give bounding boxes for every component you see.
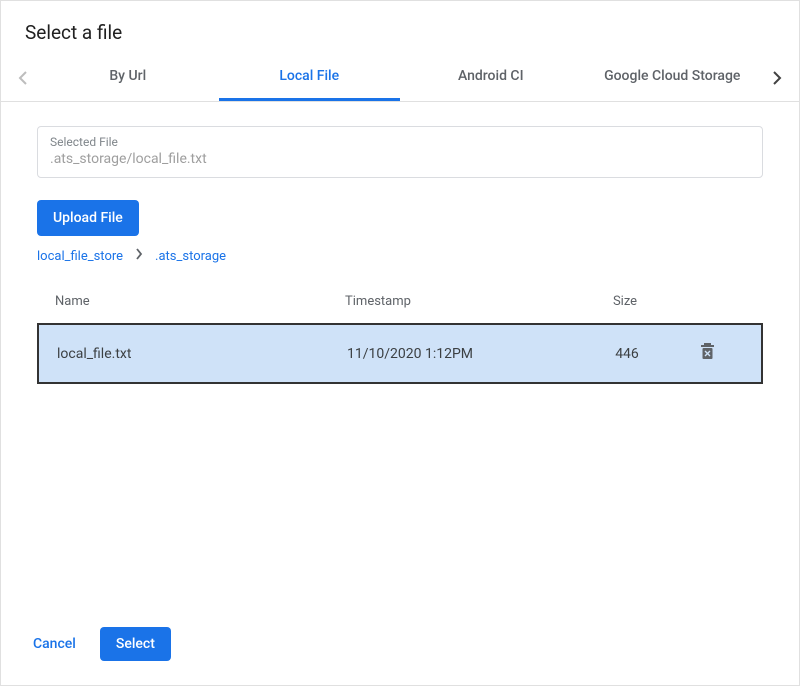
file-picker-dialog: Select a file By Url Local File Android … [0,0,800,686]
cell-timestamp: 11/10/2020 1:12PM [347,346,567,362]
table-header: Name Timestamp Size [37,280,763,323]
cell-name: local_file.txt [57,346,347,362]
cancel-button[interactable]: Cancel [25,628,84,660]
trash-icon[interactable] [700,348,715,364]
cell-size: 446 [567,346,687,362]
selected-file-label: Selected File [50,135,750,149]
breadcrumb-item-0[interactable]: local_file_store [37,249,123,264]
tab-by-url[interactable]: By Url [37,54,219,101]
column-header-actions [685,294,725,309]
column-header-size: Size [565,294,685,309]
tabs: By Url Local File Android CI Google Clou… [37,54,763,101]
tab-local-file[interactable]: Local File [219,54,401,101]
chevron-right-icon[interactable] [763,58,791,98]
file-table: Name Timestamp Size local_file.txt 11/10… [37,280,763,384]
tabs-container: By Url Local File Android CI Google Clou… [1,54,799,102]
cell-actions [687,343,727,364]
tab-android-ci[interactable]: Android CI [400,54,582,101]
chevron-right-icon [135,248,143,264]
upload-file-button[interactable]: Upload File [37,200,139,236]
chevron-left-icon[interactable] [9,58,37,98]
dialog-header: Select a file [1,1,799,54]
selected-file-field[interactable]: Selected File .ats_storage/local_file.tx… [37,126,763,178]
selected-file-value: .ats_storage/local_file.txt [50,151,750,167]
column-header-name: Name [55,294,345,309]
breadcrumb: local_file_store .ats_storage [37,248,763,264]
column-header-timestamp: Timestamp [345,294,565,309]
breadcrumb-item-1[interactable]: .ats_storage [155,249,226,264]
dialog-footer: Cancel Select [1,611,799,685]
tab-google-cloud-storage[interactable]: Google Cloud Storage [582,54,764,101]
dialog-title: Select a file [25,21,775,44]
dialog-content: Selected File .ats_storage/local_file.tx… [1,102,799,611]
select-button[interactable]: Select [100,627,171,661]
table-row[interactable]: local_file.txt 11/10/2020 1:12PM 446 [37,323,763,384]
